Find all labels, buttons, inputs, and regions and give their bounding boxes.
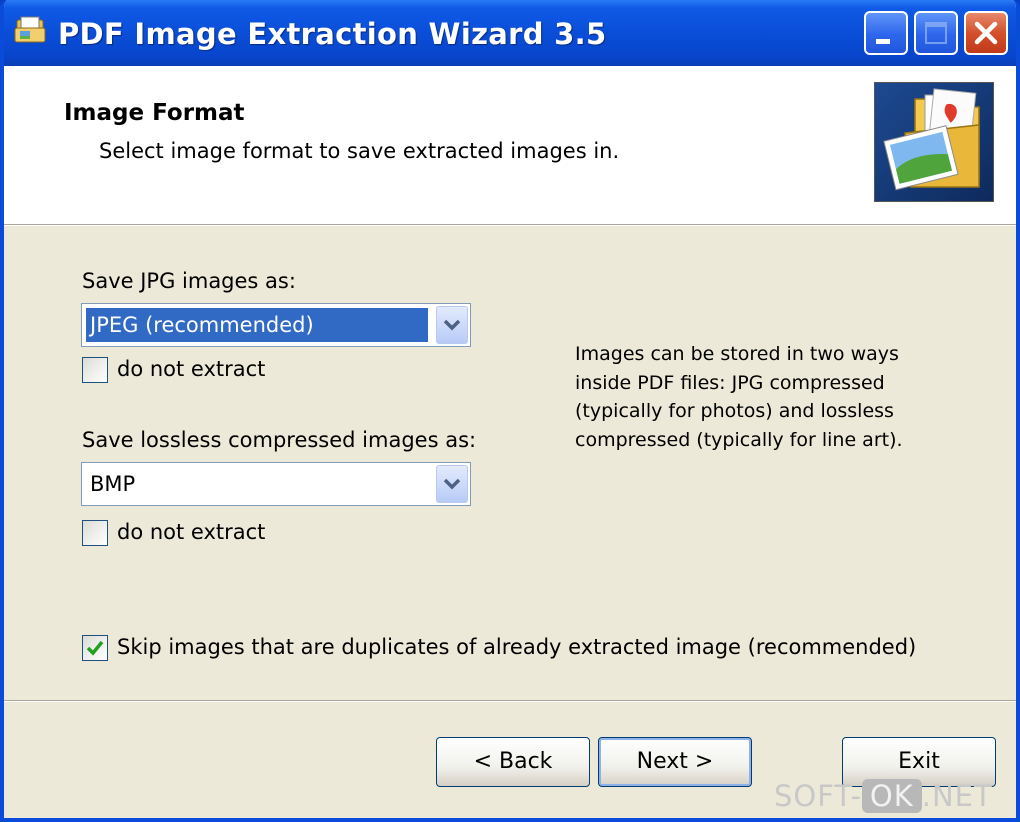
lossless-format-value: BMP [90,472,136,496]
jpg-format-select[interactable]: JPEG (recommended) [81,303,471,347]
close-icon [974,21,998,45]
minimize-icon [876,39,890,44]
watermark-middle: OK [861,779,922,813]
app-icon [14,16,46,43]
wizard-header: Image Format Select image format to save… [4,66,1016,224]
close-button[interactable] [964,11,1008,55]
maximize-button[interactable] [914,11,958,55]
back-button[interactable]: < Back [436,737,590,787]
page-title: Image Format [64,100,245,126]
watermark-left: SOFT- [774,779,862,813]
maximize-icon [925,22,947,44]
next-button[interactable]: Next > [598,737,752,787]
window-title: PDF Image Extraction Wizard 3.5 [58,17,607,51]
minimize-button[interactable] [864,11,908,55]
lossless-format-dropdown-button[interactable] [436,465,468,503]
footer-divider [4,700,1016,702]
lossless-do-not-extract-checkbox[interactable] [82,520,108,546]
folder-images-icon [883,88,980,191]
jpg-format-value: JPEG (recommended) [86,308,428,342]
wizard-window: PDF Image Extraction Wizard 3.5 Image Fo… [0,0,1020,822]
watermark-right: .NET [921,779,993,813]
wizard-banner-image [874,82,994,202]
header-divider [4,224,1016,226]
chevron-down-icon [443,478,461,490]
title-bar[interactable]: PDF Image Extraction Wizard 3.5 [4,0,1016,66]
watermark: SOFT- OK .NET [774,779,993,813]
jpg-do-not-extract-label[interactable]: do not extract [117,357,265,381]
chevron-down-icon [443,319,461,331]
jpg-format-label: Save JPG images as: [82,269,296,293]
lossless-do-not-extract-label[interactable]: do not extract [117,520,265,544]
info-text: Images can be stored in two ways inside … [575,343,903,451]
skip-duplicates-checkbox[interactable] [82,635,108,661]
lossless-format-select[interactable]: BMP [81,462,471,506]
lossless-format-label: Save lossless compressed images as: [82,428,477,452]
checkmark-icon [86,640,104,656]
jpg-do-not-extract-checkbox[interactable] [82,357,108,383]
jpg-format-dropdown-button[interactable] [436,306,468,344]
skip-duplicates-label[interactable]: Skip images that are duplicates of alrea… [117,635,916,659]
page-subtitle: Select image format to save extracted im… [99,139,620,163]
